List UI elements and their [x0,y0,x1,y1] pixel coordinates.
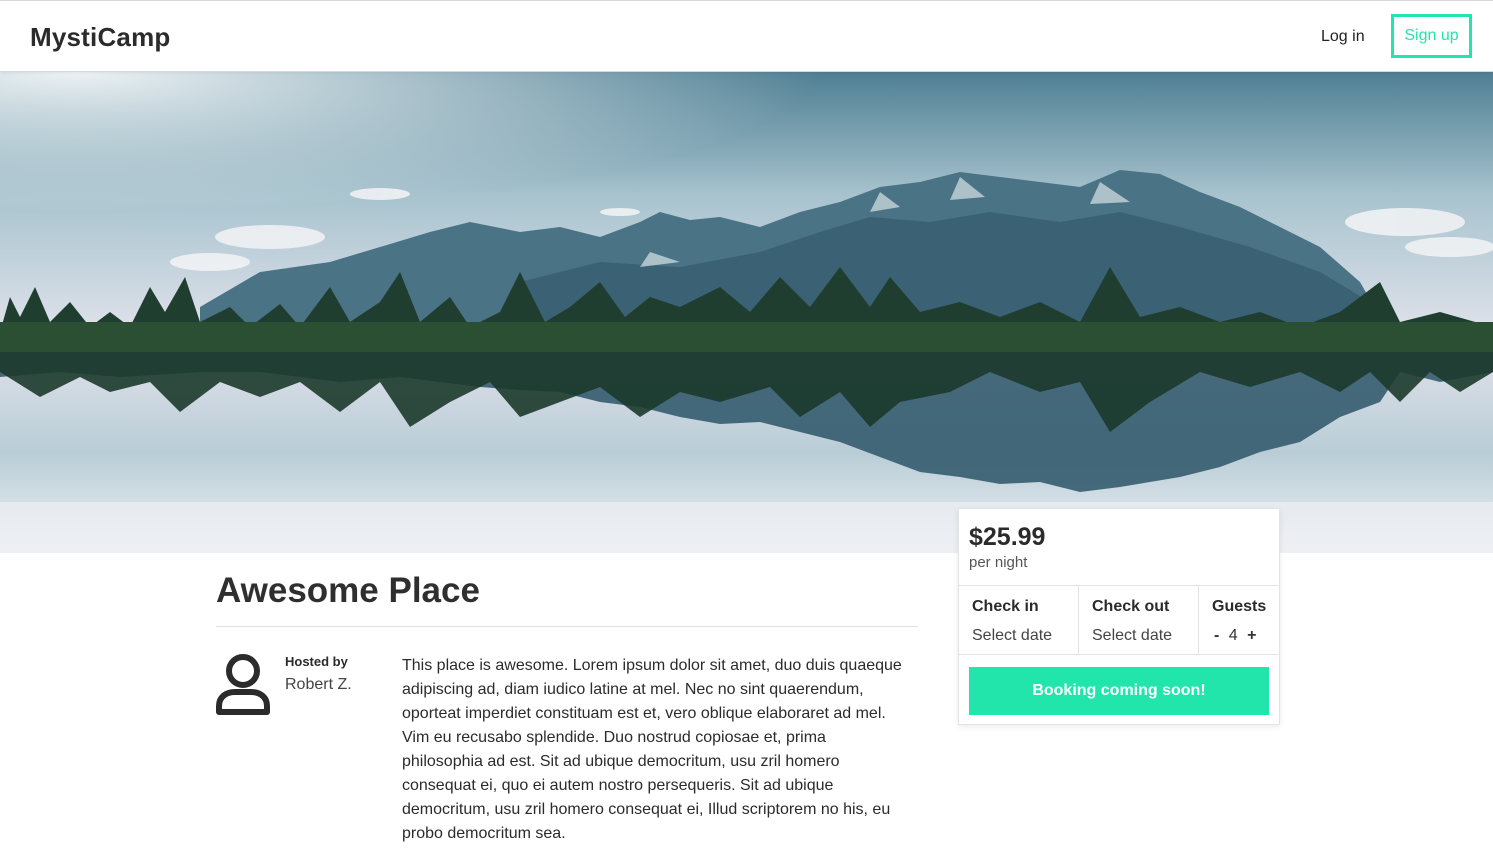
signup-button[interactable]: Sign up [1391,14,1472,58]
title-divider [216,626,918,627]
listing-title: Awesome Place [216,571,480,610]
check-in-date-picker[interactable]: Select date [972,627,1052,645]
guests-stepper: - 4 + [1214,627,1256,645]
guests-count: 4 [1228,627,1238,644]
check-in-field[interactable]: Check in Select date [959,586,1079,654]
hosted-by-label: Hosted by [285,654,348,669]
booking-options-row: Check in Select date Check out Select da… [959,585,1279,655]
guests-field: Guests - 4 + [1199,586,1279,654]
guests-label: Guests [1212,598,1267,615]
booking-card: $25.99 per night Check in Select date Ch… [958,508,1280,725]
per-night-label: per night [969,554,1028,571]
site-logo[interactable]: MystiCamp [30,22,171,53]
user-outline-icon [214,652,272,718]
check-in-label: Check in [972,598,1039,615]
login-link[interactable]: Log in [1321,28,1365,46]
guests-increment-button[interactable]: + [1247,627,1256,645]
hero-image [0,72,1493,553]
check-out-date-picker[interactable]: Select date [1092,627,1172,645]
guests-decrement-button[interactable]: - [1214,627,1219,645]
nightly-price: $25.99 [969,523,1046,551]
host-name: Robert Z. [285,676,352,693]
listing-description: This place is awesome. Lorem ipsum dolor… [402,657,902,842]
top-navbar: MystiCamp Log in Sign up [0,0,1493,72]
check-out-field[interactable]: Check out Select date [1079,586,1199,654]
check-out-label: Check out [1092,598,1170,615]
booking-button[interactable]: Booking coming soon! [969,667,1269,715]
